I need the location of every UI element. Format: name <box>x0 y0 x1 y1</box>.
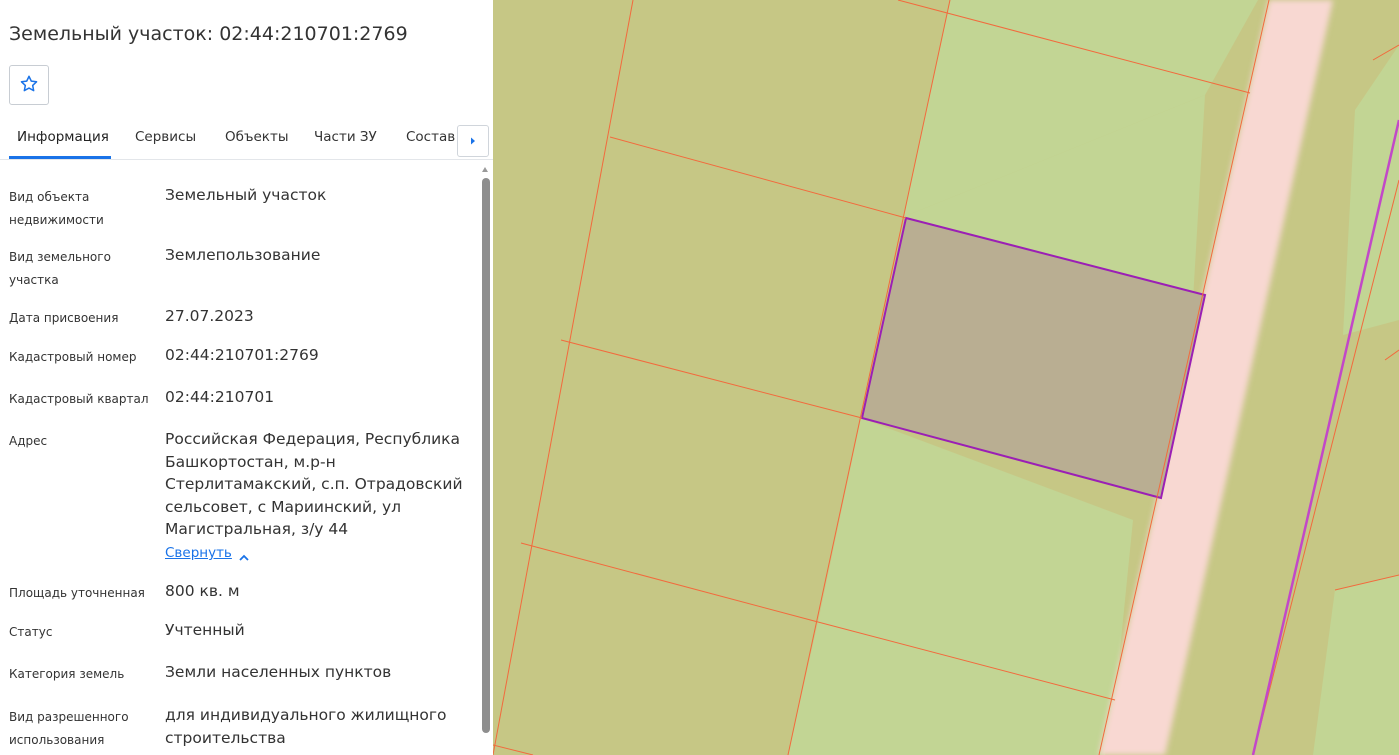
info-value: Земельный участок <box>165 186 327 204</box>
map-view[interactable] <box>492 0 1399 755</box>
info-value: Учтенный <box>165 621 245 639</box>
tab-information[interactable]: Информация <box>17 129 109 145</box>
info-value: Землепользование <box>165 246 321 264</box>
tab-objects[interactable]: Объекты <box>225 129 288 145</box>
page-title: Земельный участок: 02:44:210701:2769 <box>9 23 408 45</box>
tab-composition[interactable]: Состав <box>406 129 455 145</box>
tab-services[interactable]: Сервисы <box>135 129 196 145</box>
tab-bar: Информация Сервисы Объекты Части ЗУ Сост… <box>0 122 493 160</box>
top-link-fragment[interactable] <box>60 0 67 3</box>
info-label: Вид разрешенного использования <box>9 710 129 747</box>
collapse-address-link[interactable]: Свернуть <box>165 545 232 561</box>
tab-parts[interactable]: Части ЗУ <box>314 129 377 145</box>
tabs-scroll-right-button[interactable] <box>457 125 489 157</box>
caret-right-icon <box>469 134 477 149</box>
favorite-button[interactable] <box>9 65 49 105</box>
info-label: Вид объекта недвижимости <box>9 190 104 227</box>
info-label: Кадастровый номер <box>9 350 137 364</box>
scroll-up-arrow-icon[interactable] <box>482 167 488 172</box>
info-value: 02:44:210701:2769 <box>165 346 319 364</box>
info-value: 27.07.2023 <box>165 307 254 325</box>
info-panel: Земельный участок: 02:44:210701:2769 Инф… <box>0 0 493 755</box>
info-label: Кадастровый квартал <box>9 392 149 406</box>
info-label: Площадь уточненная <box>9 586 145 600</box>
info-value: Земли населенных пунктов <box>165 663 392 681</box>
info-label: Вид земельного участка <box>9 250 111 287</box>
chevron-up-icon[interactable] <box>238 548 250 567</box>
map-canvas[interactable] <box>492 0 1399 755</box>
info-value: 800 кв. м <box>165 582 240 600</box>
info-value: для индивидуального жилищного строительс… <box>165 706 447 747</box>
info-label: Статус <box>9 625 53 639</box>
info-value: 02:44:210701 <box>165 388 275 406</box>
address-value: Российская Федерация, Республика Башкорт… <box>165 430 463 538</box>
info-label: Категория земель <box>9 667 125 681</box>
info-label: Адрес <box>9 434 48 448</box>
star-outline-icon <box>19 74 39 97</box>
scrollbar-thumb[interactable] <box>482 178 490 733</box>
active-tab-indicator <box>9 156 111 159</box>
info-label: Дата присвоения <box>9 311 119 325</box>
